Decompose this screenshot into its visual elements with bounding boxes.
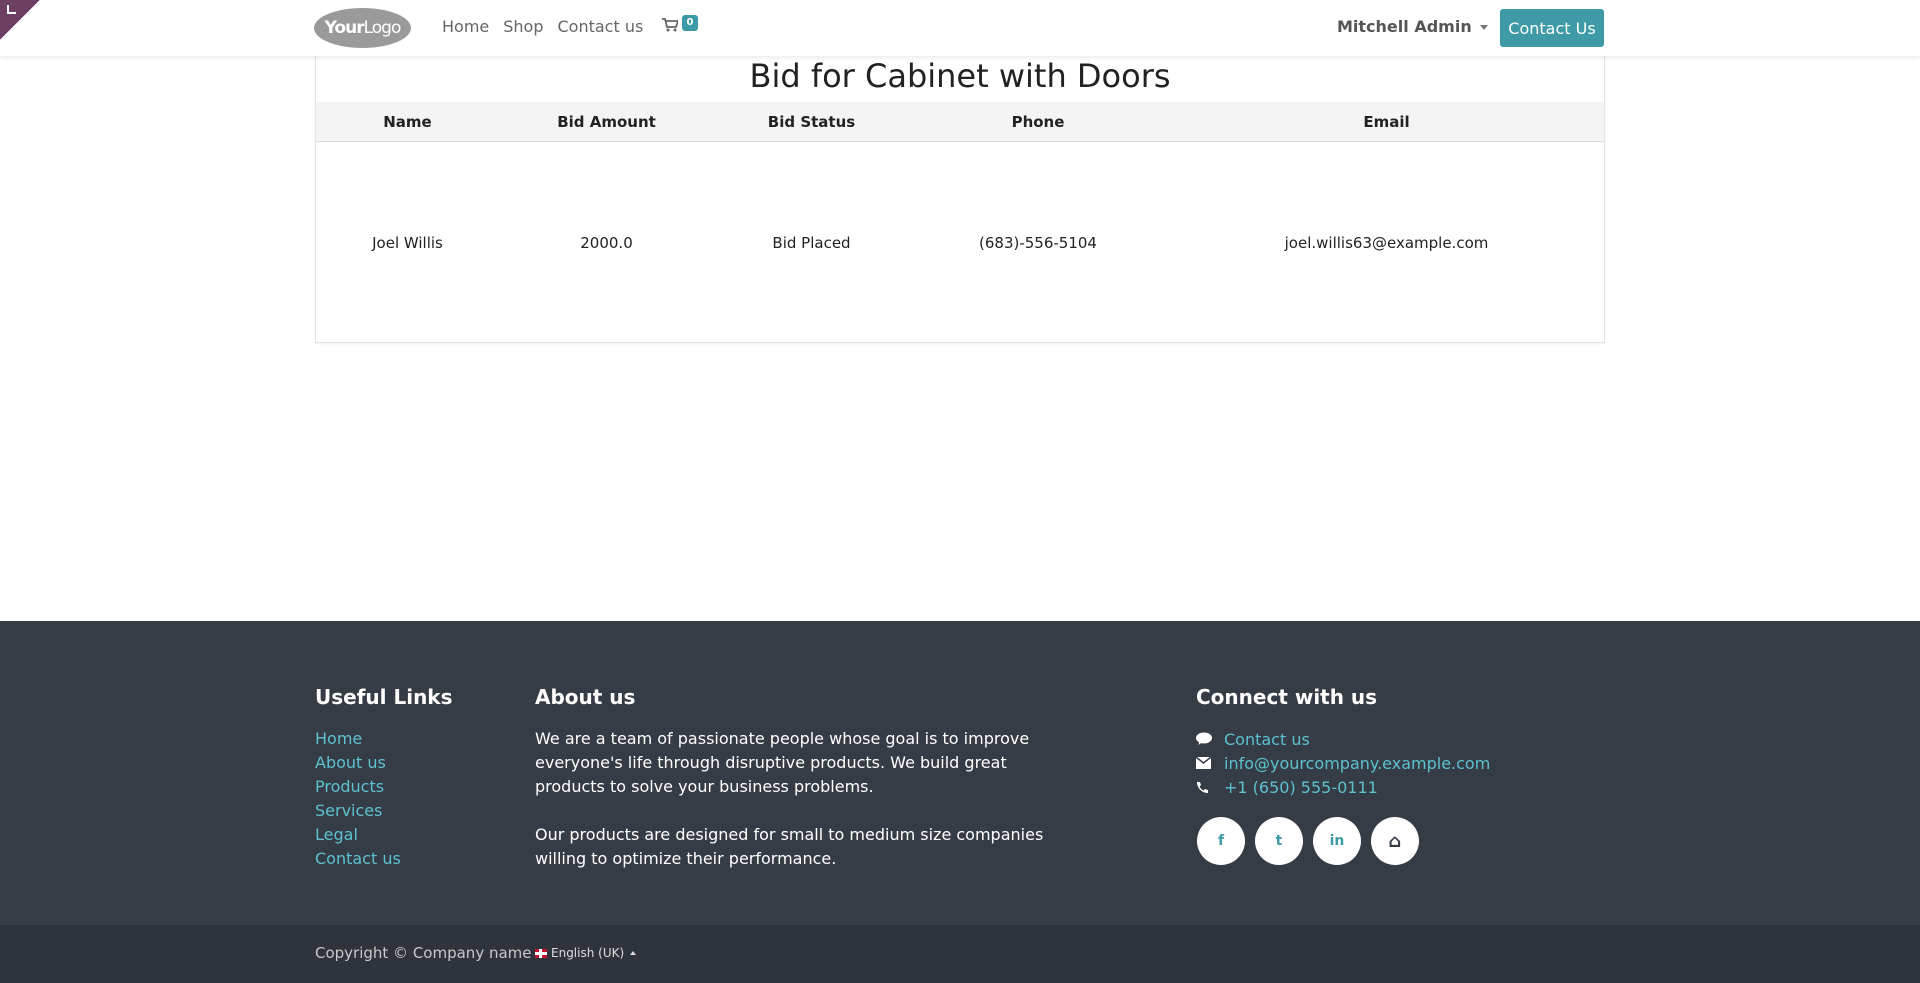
cart-count-badge: 0 — [682, 15, 698, 31]
chevron-up-icon — [630, 951, 637, 955]
user-menu[interactable]: Mitchell Admin — [1337, 17, 1488, 36]
phone-icon — [1196, 781, 1224, 794]
nav-home[interactable]: Home — [442, 17, 489, 36]
connect-contact-row: Contact us — [1196, 727, 1490, 751]
footer-link-legal[interactable]: Legal — [315, 823, 401, 847]
about-paragraph-2: Our products are designed for small to m… — [535, 825, 1044, 868]
envelope-icon — [1196, 757, 1224, 769]
language-selector[interactable]: English (UK) — [535, 946, 637, 960]
facebook-icon[interactable]: f — [1197, 817, 1245, 865]
logo-text: Logo — [363, 18, 402, 38]
language-label: English (UK) — [551, 946, 625, 960]
connect-heading: Connect with us — [1196, 685, 1378, 709]
copyright-text: Copyright © Company name — [315, 944, 532, 962]
table-header: Name Bid Amount Bid Status Phone Email — [316, 102, 1604, 142]
connect-email-link[interactable]: info@yourcompany.example.com — [1224, 754, 1490, 773]
connect-phone-link[interactable]: +1 (650) 555-0111 — [1224, 778, 1378, 797]
cell-bid-amount: 2000.0 — [580, 234, 633, 252]
contact-us-button[interactable]: Contact Us — [1500, 9, 1604, 47]
connect-list: Contact us info@yourcompany.example.com … — [1196, 727, 1490, 799]
bids-card: Bid for Cabinet with Doors Name Bid Amou… — [315, 56, 1605, 343]
logo-text-bold: Your — [324, 18, 365, 38]
main-nav: Home Shop Contact us — [442, 17, 657, 36]
copyright-bar: Copyright © Company name English (UK) — [0, 925, 1920, 983]
column-header-bid-amount: Bid Amount — [557, 113, 656, 131]
uk-flag-icon — [535, 948, 547, 958]
footer-link-home[interactable]: Home — [315, 727, 401, 751]
cell-bid-status: Bid Placed — [772, 234, 851, 252]
company-logo[interactable]: YourLogo — [314, 8, 411, 48]
footer-link-contact-us[interactable]: Contact us — [315, 847, 401, 871]
footer: Useful Links Home About us Products Serv… — [0, 621, 1920, 925]
comment-icon — [1196, 732, 1224, 746]
twitter-icon[interactable]: t — [1255, 817, 1303, 865]
social-links: f t in ⌂ — [1197, 817, 1419, 865]
footer-link-about-us[interactable]: About us — [315, 751, 401, 775]
about-heading: About us — [535, 685, 636, 709]
nav-shop[interactable]: Shop — [503, 17, 543, 36]
footer-link-services[interactable]: Services — [315, 799, 401, 823]
useful-links-list: Home About us Products Services Legal Co… — [315, 727, 401, 871]
connect-phone-row: +1 (650) 555-0111 — [1196, 775, 1490, 799]
cart-icon — [662, 18, 678, 32]
column-header-email: Email — [1363, 113, 1410, 131]
page-title: Bid for Cabinet with Doors — [749, 57, 1171, 95]
edit-corner-ribbon[interactable] — [0, 0, 40, 40]
user-name: Mitchell Admin — [1337, 17, 1472, 36]
nav-contact-us[interactable]: Contact us — [558, 17, 644, 36]
cell-phone: (683)-556-5104 — [979, 234, 1097, 252]
linkedin-icon[interactable]: in — [1313, 817, 1361, 865]
footer-link-products[interactable]: Products — [315, 775, 401, 799]
top-navbar: YourLogo Home Shop Contact us 0 Mitchell… — [0, 0, 1920, 56]
connect-contact-link[interactable]: Contact us — [1224, 730, 1310, 749]
cell-name: Joel Willis — [372, 234, 443, 252]
column-header-phone: Phone — [1011, 113, 1065, 131]
connect-email-row: info@yourcompany.example.com — [1196, 751, 1490, 775]
about-paragraph-1: We are a team of passionate people whose… — [535, 729, 1030, 796]
column-header-bid-status: Bid Status — [767, 113, 856, 131]
home-icon[interactable]: ⌂ — [1371, 817, 1419, 865]
corner-icon — [7, 5, 16, 14]
column-header-name: Name — [383, 113, 432, 131]
cell-email: joel.willis63@example.com — [1284, 234, 1489, 252]
chevron-down-icon — [1479, 25, 1488, 30]
useful-links-heading: Useful Links — [315, 685, 453, 709]
